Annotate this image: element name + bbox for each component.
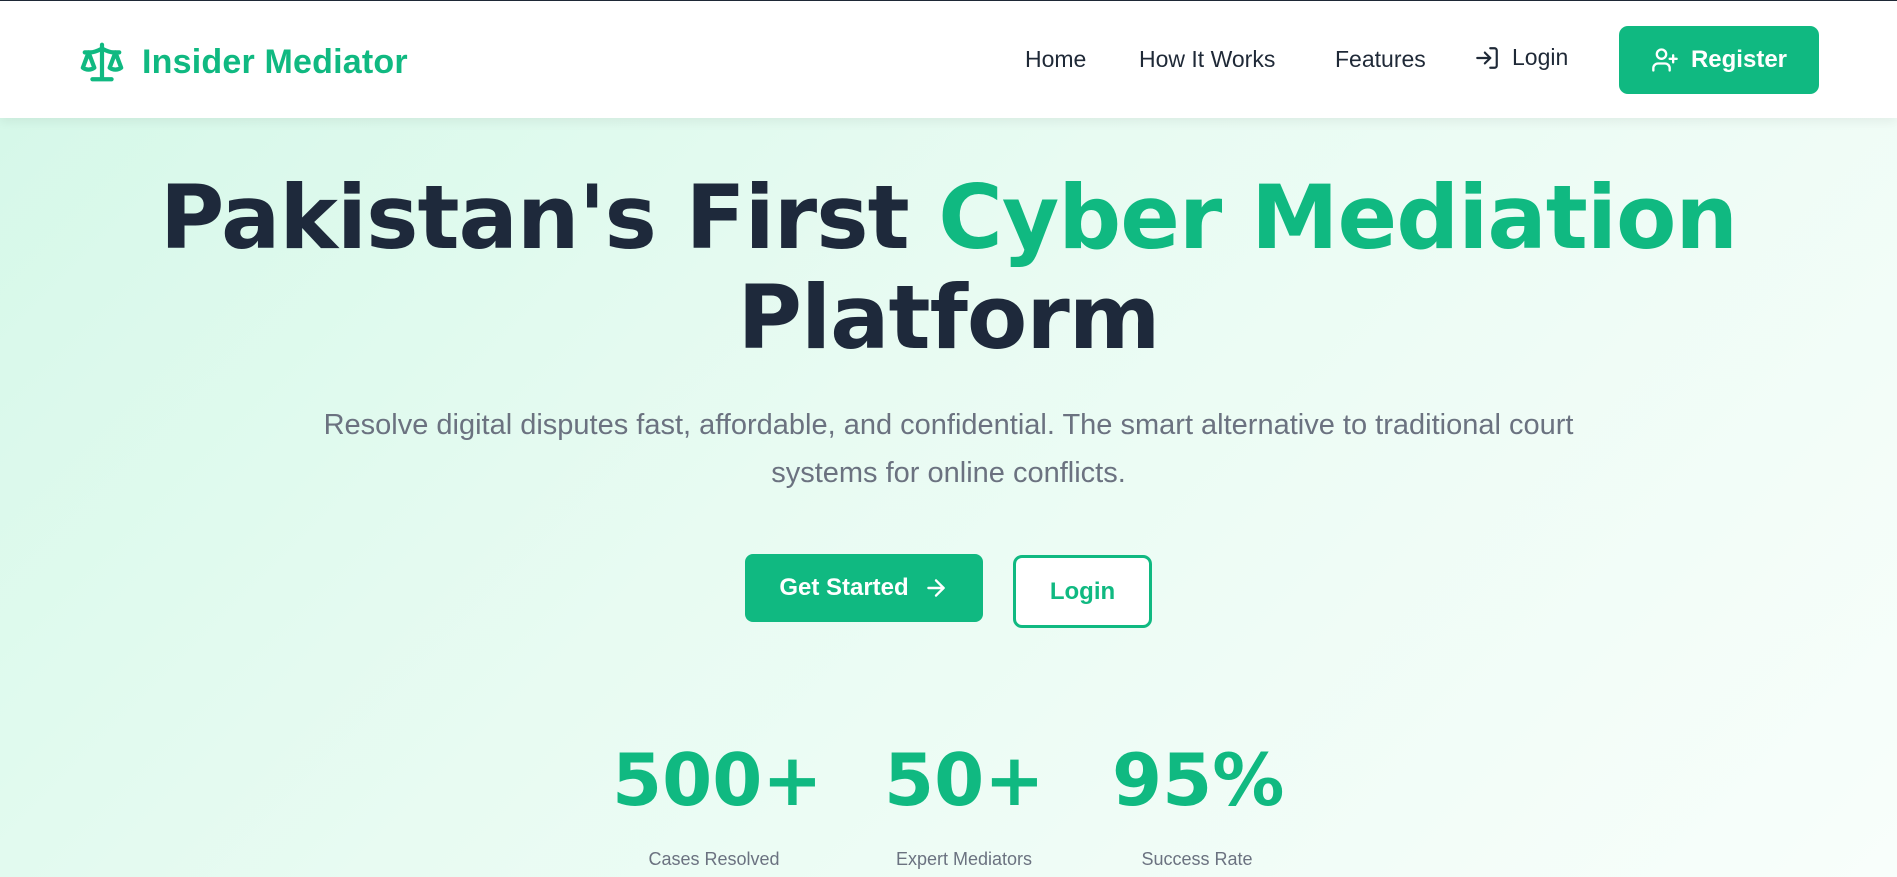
hero-login-label: Login [1049,577,1116,605]
hero-subtitle: Resolve digital disputes fast, affordabl… [323,409,1574,489]
hero-title-part1: Pakistan's First [159,166,939,269]
nav-login-label: Login [1512,44,1569,70]
hero-title-part2: Platform [737,266,1161,369]
stat-value: 95% [1112,738,1285,822]
user-plus-icon [1652,48,1678,72]
arrow-right-icon [926,579,945,597]
stat-expert-mediators: 50+ Expert Mediators [884,738,1045,870]
brand-logo[interactable]: Insider Mediator [78,39,408,85]
get-started-button[interactable]: Get Started [745,554,983,622]
register-button[interactable]: Register [1619,26,1819,94]
stat-success-rate: 95% Success Rate [1112,738,1285,870]
stat-label: Expert Mediators [895,849,1033,869]
stat-value: 50+ [884,738,1045,822]
hero-title-accent: Cyber Mediation [938,166,1738,269]
stat-cases-resolved: 500+ Cases Resolved [612,738,823,870]
nav-how-it-works[interactable]: How It Works [1139,46,1275,73]
stat-label: Cases Resolved [648,849,780,869]
scale-icon [80,42,124,82]
stat-label: Success Rate [1141,849,1253,869]
get-started-label: Get Started [779,574,909,601]
nav-features[interactable]: Features [1335,46,1426,73]
register-label: Register [1690,46,1788,73]
hero-login-button[interactable]: Login [1013,555,1152,628]
nav-login[interactable]: Login [1474,44,1568,71]
login-icon [1476,46,1498,69]
brand-name: Insider Mediator [142,42,408,81]
hero-title: Pakistan's First Cyber Mediation Platform [0,168,1897,368]
site-header: Insider Mediator Home How It Works Featu… [0,1,1897,118]
nav-home[interactable]: Home [1025,46,1086,73]
stat-value: 500+ [612,738,823,822]
